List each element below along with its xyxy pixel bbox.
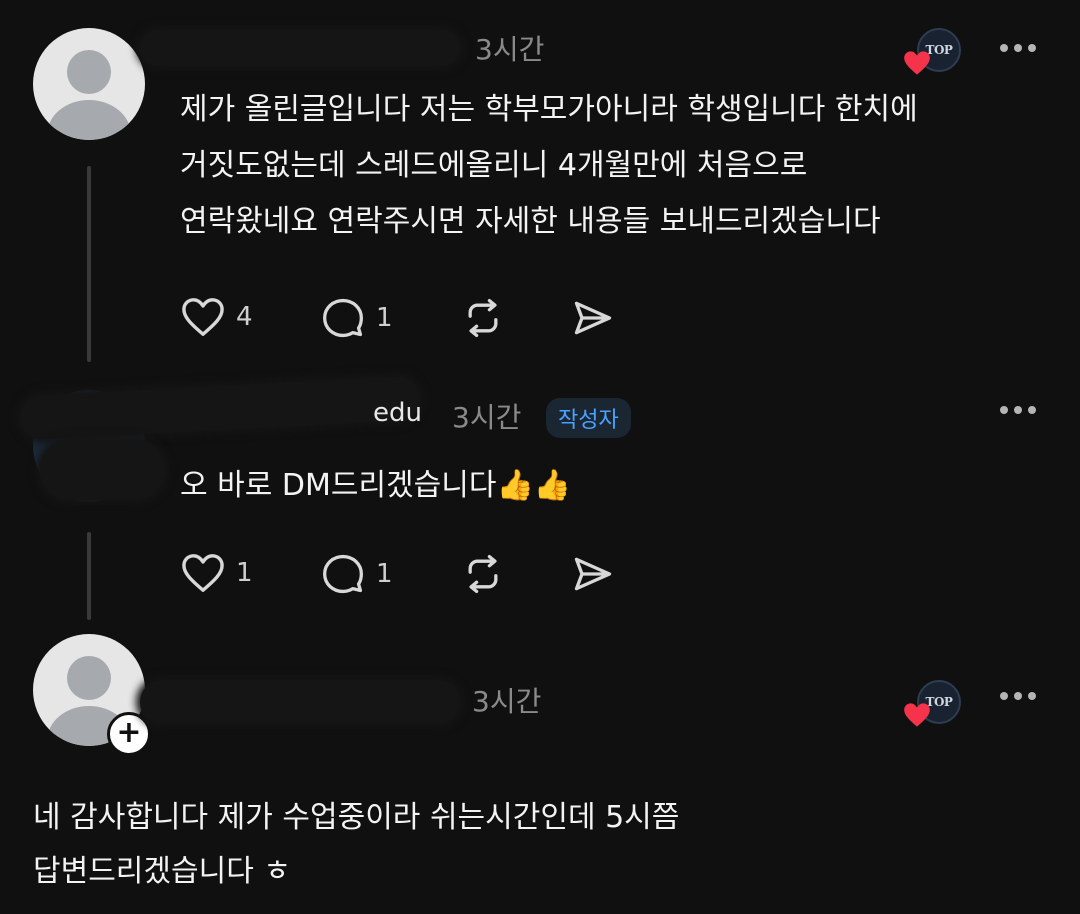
post-text: 오 바로 DM드리겠습니다👍👍 bbox=[180, 458, 571, 514]
author-badge: 작성자 bbox=[546, 398, 631, 438]
reply-count: 1 bbox=[376, 559, 393, 589]
comment-bubble-icon bbox=[323, 298, 363, 338]
post-text-content: 오 바로 DM드리겠습니다 bbox=[180, 468, 497, 503]
post-text-line: 답변드리겠습니다 ㅎ bbox=[33, 854, 291, 889]
post-text-line: 네 감사합니다 제가 수업중이라 쉬는시간인데 5시쯤 bbox=[33, 800, 680, 835]
avatar[interactable] bbox=[33, 28, 145, 140]
heart-badge-icon bbox=[904, 703, 930, 727]
post-text-line: 연락왔네요 연락주시면 자세한 내용들 보내드리겠습니다 bbox=[180, 204, 881, 239]
repost-button[interactable] bbox=[460, 552, 506, 596]
plus-icon: + bbox=[116, 715, 142, 750]
post-time: 3시간 bbox=[452, 401, 522, 434]
reply-count: 1 bbox=[376, 303, 393, 333]
post-time: 3시간 bbox=[472, 685, 542, 718]
share-button[interactable] bbox=[570, 296, 616, 340]
share-button[interactable] bbox=[570, 552, 616, 596]
reply-button[interactable]: 1 bbox=[320, 296, 393, 340]
reply-button[interactable]: 1 bbox=[320, 552, 393, 596]
send-icon bbox=[574, 557, 612, 591]
redacted-username bbox=[19, 375, 421, 441]
more-options-button[interactable] bbox=[1000, 692, 1040, 702]
post-text-line: 제가 올린글입니다 저는 학부모가아니라 학생입니다 한치에 bbox=[180, 92, 918, 127]
repost-button[interactable] bbox=[460, 296, 506, 340]
more-options-button[interactable] bbox=[1000, 406, 1040, 416]
post-time: 3시간 bbox=[475, 33, 545, 66]
redacted-avatar bbox=[40, 440, 165, 500]
repost-icon bbox=[468, 298, 498, 338]
heart-badge-icon bbox=[904, 51, 930, 75]
more-options-button[interactable] bbox=[1000, 44, 1040, 54]
thread-line bbox=[87, 166, 91, 362]
like-button[interactable]: 1 bbox=[180, 552, 253, 594]
heart-outline-icon bbox=[182, 554, 224, 592]
follow-button[interactable]: + bbox=[107, 712, 151, 756]
like-count: 1 bbox=[236, 558, 253, 588]
thumbs-up-emoji: 👍👍 bbox=[496, 468, 572, 503]
like-count: 4 bbox=[236, 302, 253, 332]
redacted-username bbox=[140, 30, 460, 66]
like-button[interactable]: 4 bbox=[180, 296, 253, 338]
username-tail[interactable]: edu bbox=[373, 398, 422, 428]
thread-line bbox=[87, 532, 91, 620]
post-text-line: 거짓도없는데 스레드에올리니 4개월만에 처음으로 bbox=[180, 148, 808, 183]
send-icon bbox=[574, 301, 612, 335]
repost-icon bbox=[468, 554, 498, 594]
comment-bubble-icon bbox=[323, 554, 363, 594]
redacted-username bbox=[140, 680, 460, 724]
heart-outline-icon bbox=[182, 298, 224, 336]
